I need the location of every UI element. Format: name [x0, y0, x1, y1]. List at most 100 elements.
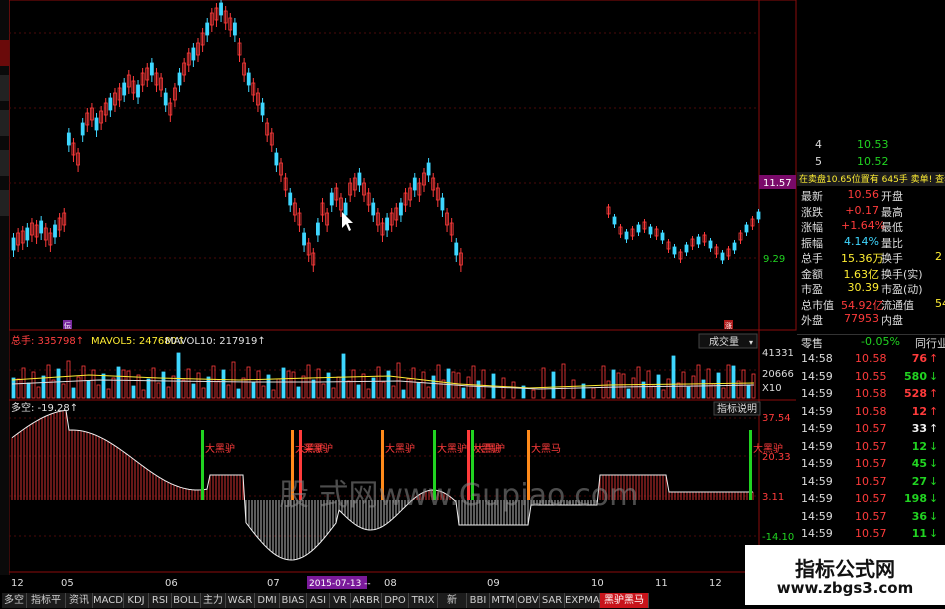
- tick-direction: ↑: [929, 422, 939, 435]
- quote-label: 最新: [801, 190, 823, 203]
- tab-bottom[interactable]: DPO: [382, 593, 409, 608]
- signal-label: 大黑马: [531, 442, 561, 455]
- quote-value: 4.14%: [844, 234, 879, 248]
- tab-bottom[interactable]: MTM: [490, 593, 517, 608]
- volume-bar: [676, 382, 681, 399]
- tab-bottom[interactable]: SAR: [540, 593, 565, 608]
- volume-bar: [181, 379, 186, 399]
- candle-body: [246, 72, 251, 86]
- tab-bottom[interactable]: 多空: [2, 593, 27, 608]
- volume-bar: [161, 371, 166, 399]
- volume-bar: [16, 378, 21, 399]
- vol-axis-2: X10: [762, 383, 782, 394]
- tab-bottom[interactable]: 新DMA: [438, 593, 467, 608]
- tick-price: 10.57: [855, 509, 887, 523]
- orderbook-price: 10.52: [857, 155, 889, 168]
- candle-body: [219, 2, 223, 16]
- volume-bar: [386, 370, 391, 399]
- chart-watermark: 股 式网www.Gupiao.com: [279, 478, 638, 513]
- chevron-down-icon[interactable]: ▾: [749, 338, 753, 347]
- tab-bottom[interactable]: W&R: [226, 593, 255, 608]
- x-axis-label: 12: [11, 578, 24, 589]
- tab-bottom[interactable]: KDJ: [124, 593, 149, 608]
- volume-bar: [266, 374, 271, 399]
- watermark-line2: www.zbgs3.com: [776, 579, 914, 597]
- tab-bottom[interactable]: 主力: [201, 593, 226, 608]
- left-toolbar-tab[interactable]: [0, 190, 9, 216]
- stock-terminal: 大黑驴 大黑驴 买黑驴 大黑驴 大黑驴 大黑驴 大黑驴 大黑马 大黑驴 11.57 9.29 伝…: [0, 0, 945, 609]
- tick-price: 10.58: [855, 404, 887, 418]
- chart-area[interactable]: 大黑驴 大黑驴买黑驴 大黑驴 大黑驴 大黑驴大黑驴 大黑马 大黑驴 11.57 9.29 伝…: [9, 0, 797, 575]
- indicator-explain-button[interactable]: 指标说明: [717, 402, 757, 415]
- quote-label: 开盘: [881, 190, 903, 203]
- tick-price: 10.57: [855, 527, 887, 540]
- candle-body: [191, 47, 196, 61]
- left-toolbar-tab[interactable]: [0, 110, 9, 136]
- left-toolbar-tab[interactable]: [0, 75, 9, 101]
- volume-bar: [101, 373, 106, 399]
- volume-bar: [396, 362, 401, 399]
- ind-axis-2: 3.11: [762, 492, 784, 503]
- tab-bottom[interactable]: BIAS: [280, 593, 307, 608]
- quote-label: 总手: [801, 252, 823, 265]
- candle-body: [624, 231, 629, 240]
- tab-bottom[interactable]: 指标平台: [27, 593, 66, 608]
- candle-body: [648, 226, 653, 235]
- candle-body: [732, 242, 737, 251]
- volume-indicator-dropdown[interactable]: 成交量: [709, 335, 739, 348]
- volume-bar: [411, 367, 416, 399]
- volume-bar: [191, 383, 196, 399]
- volume-bar: [401, 389, 406, 399]
- volume-bar: [76, 376, 81, 399]
- ticks-header-right[interactable]: 同行业: [915, 335, 945, 351]
- tab-bottom[interactable]: MACD: [93, 593, 124, 608]
- ind-axis-1: 20.33: [762, 452, 791, 463]
- quote-panel: 4 10.53 5 10.52 在卖盘10.65位置有 645手 卖单! 查看 …: [797, 0, 945, 575]
- candle-body: [122, 82, 127, 96]
- candle-body: [440, 197, 445, 211]
- volume-bar: [81, 365, 86, 399]
- quote-row: 涨幅 +1.64% 最低: [797, 219, 945, 234]
- volume-bar: [341, 353, 346, 399]
- tab-bottom[interactable]: TRIX: [409, 593, 438, 608]
- tab-bottom[interactable]: VR: [330, 593, 351, 608]
- volume-bar: [376, 366, 381, 399]
- tab-bottom[interactable]: OBV: [517, 593, 540, 608]
- tab-bottom[interactable]: ARBR: [351, 593, 382, 608]
- candle-body: [260, 102, 265, 116]
- tab-bottom[interactable]: BBI: [467, 593, 490, 608]
- volume-bar: [291, 371, 296, 399]
- tab-bottom[interactable]: BOLL: [172, 593, 201, 608]
- price-label-top: 11.57: [763, 178, 792, 189]
- tab-bottom[interactable]: ASI: [307, 593, 330, 608]
- volume-bar: [361, 373, 366, 399]
- volume-bar: [331, 387, 336, 399]
- volume-bar: [626, 388, 631, 399]
- volume-bar: [106, 388, 111, 399]
- quote-value: 77953: [844, 312, 879, 325]
- left-toolbar-tab[interactable]: [0, 150, 9, 176]
- volume-bar: [351, 369, 356, 399]
- tick-row: 14:59 10.57 27 ↓: [797, 475, 945, 491]
- quote-row: 总市值 54.92亿流通值 54.: [797, 297, 945, 312]
- quote-value: 30.39: [847, 281, 880, 294]
- tab-bottom[interactable]: 黑驴黑马: [600, 593, 649, 608]
- volume-bar: [651, 385, 656, 399]
- tab-bottom[interactable]: RSI: [149, 593, 172, 608]
- order-alert-bar[interactable]: 在卖盘10.65位置有 645手 卖单! 查看: [799, 172, 945, 185]
- left-toolbar-tab[interactable]: [0, 40, 9, 66]
- tab-bottom[interactable]: DMI: [255, 593, 280, 608]
- quote-label: 量比: [881, 236, 903, 250]
- candle-body: [66, 132, 71, 146]
- volume-bar: [121, 369, 126, 399]
- tab-bottom[interactable]: EXPMA: [565, 593, 600, 608]
- watermark-logo: 指标公式网 www.zbgs3.com: [745, 545, 945, 605]
- volume-bar: [431, 375, 436, 399]
- quote-label: 最高: [881, 205, 903, 219]
- tick-volume: 45: [911, 457, 927, 470]
- tab-bottom[interactable]: 资讯: [66, 593, 93, 608]
- candle-body: [636, 224, 641, 233]
- volume-bar: [61, 383, 66, 399]
- tick-volume: 36: [911, 509, 927, 523]
- quote-row: 最新 10.56 开盘: [797, 188, 945, 203]
